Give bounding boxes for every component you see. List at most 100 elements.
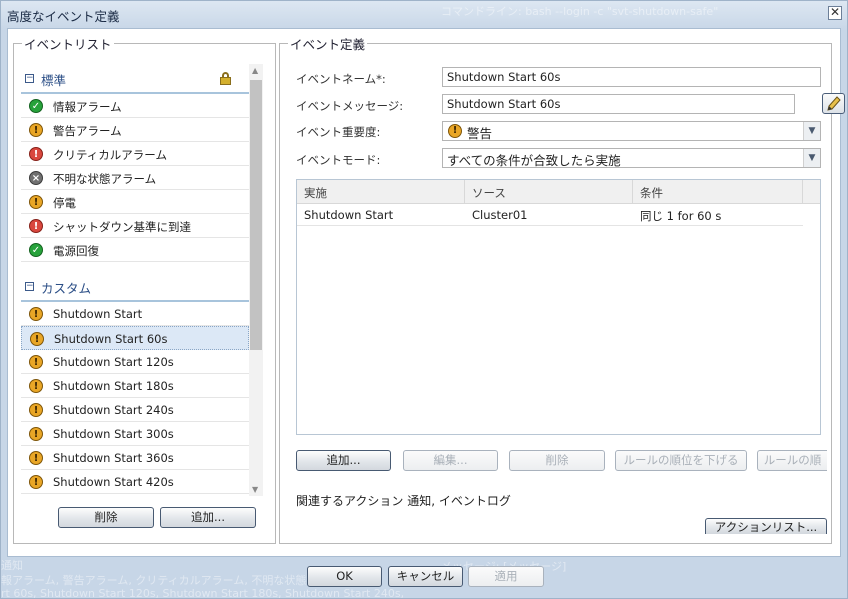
critical-icon: ! bbox=[29, 219, 43, 233]
group-label: カスタム bbox=[41, 281, 92, 296]
list-item-label: Shutdown Start 240s bbox=[53, 403, 174, 417]
warning-icon: ! bbox=[29, 307, 43, 321]
check-icon: ✓ bbox=[29, 243, 43, 257]
warning-icon: ! bbox=[29, 427, 43, 441]
apply-button[interactable]: 適用 bbox=[468, 566, 544, 587]
close-button[interactable]: ✕ bbox=[828, 6, 842, 20]
collapse-icon[interactable]: − bbox=[25, 282, 34, 291]
add-event-button[interactable]: 追加... bbox=[160, 507, 256, 528]
list-item-label: 不明な状態アラーム bbox=[53, 172, 157, 186]
list-item-label: 電源回復 bbox=[53, 244, 99, 258]
background-ghost-text: 報アラーム, 警告アラーム, クリティカルアラーム, 不明な状態ア bbox=[1, 574, 318, 587]
list-item[interactable]: ! Shutdown Start 300s bbox=[21, 422, 249, 446]
close-icon: ✕ bbox=[829, 5, 841, 19]
list-item[interactable]: ✓ 情報アラーム bbox=[21, 94, 249, 118]
list-item-label: 情報アラーム bbox=[53, 100, 122, 114]
related-actions-text: 関連するアクション 通知, イベントログ bbox=[296, 494, 511, 508]
scroll-thumb[interactable] bbox=[250, 80, 262, 350]
list-item[interactable]: ! シャットダウン基準に到達 bbox=[21, 214, 249, 238]
list-item-label: シャットダウン基準に到達 bbox=[53, 220, 191, 234]
list-item-label: Shutdown Start 360s bbox=[53, 451, 174, 465]
list-item-label: クリティカルアラーム bbox=[53, 148, 167, 162]
column-header-source[interactable]: ソース bbox=[465, 180, 633, 204]
warning-icon: ! bbox=[29, 403, 43, 417]
chevron-down-icon[interactable]: ▼ bbox=[803, 149, 820, 167]
list-item[interactable]: × 不明な状態アラーム bbox=[21, 166, 249, 190]
edit-message-button[interactable] bbox=[822, 93, 845, 114]
mode-value: すべての条件が合致したら実施 bbox=[447, 153, 621, 168]
list-item-label: Shutdown Start bbox=[53, 307, 143, 321]
lock-icon bbox=[220, 72, 231, 85]
warning-icon: ! bbox=[30, 332, 44, 346]
event-mode-label: イベントモード: bbox=[296, 153, 381, 167]
event-mode-select[interactable]: すべての条件が合致したら実施 ▼ bbox=[442, 148, 821, 168]
list-item[interactable]: ! Shutdown Start bbox=[21, 302, 249, 326]
event-message-input[interactable]: Shutdown Start 60s bbox=[442, 94, 795, 114]
event-list[interactable]: − 標準 ✓ 情報アラーム! 警告アラーム! クリティカルアラーム × 不明な状態アラーム… bbox=[21, 64, 249, 496]
background-ghost-text: rt 60s, Shutdown Start 120s, Shutdown St… bbox=[1, 587, 405, 599]
group-custom[interactable]: − カスタム bbox=[21, 272, 249, 302]
list-item[interactable]: ! 停電 bbox=[21, 190, 249, 214]
dialog-title: 高度なイベント定義 bbox=[7, 9, 120, 24]
cancel-button[interactable]: キャンセル bbox=[388, 566, 463, 587]
cell-condition: 同じ 1 for 60 s bbox=[640, 209, 722, 223]
column-header-action[interactable]: 実施 bbox=[297, 180, 465, 204]
event-message-label: イベントメッセージ: bbox=[296, 99, 404, 113]
pencil-icon bbox=[827, 96, 841, 111]
cell-action: Shutdown Start bbox=[304, 208, 394, 222]
event-definition-form: イベントネーム*: Shutdown Start 60s イベントメッセージ: … bbox=[282, 29, 845, 544]
scroll-down-icon[interactable]: ▼ bbox=[252, 485, 258, 494]
event-severity-select[interactable]: ! 警告 ▼ bbox=[442, 121, 821, 141]
group-label: 標準 bbox=[41, 73, 67, 88]
collapse-icon[interactable]: − bbox=[25, 74, 34, 83]
list-item-label: Shutdown Start 420s bbox=[53, 475, 174, 489]
add-rule-button[interactable]: 追加... bbox=[296, 450, 391, 471]
critical-icon: ! bbox=[29, 147, 43, 161]
ok-button[interactable]: OK bbox=[307, 566, 382, 587]
list-item[interactable]: ! Shutdown Start 180s bbox=[21, 374, 249, 398]
list-item-label: Shutdown Start 180s bbox=[53, 379, 174, 393]
warning-icon: ! bbox=[29, 123, 43, 137]
list-item[interactable]: ! クリティカルアラーム bbox=[21, 142, 249, 166]
cell-source: Cluster01 bbox=[472, 208, 528, 222]
list-item[interactable]: ! Shutdown Start 360s bbox=[21, 446, 249, 470]
severity-value: 警告 bbox=[467, 126, 493, 141]
background-ghost-text: 通知 bbox=[1, 559, 23, 572]
list-item[interactable]: ✓ 電源回復 bbox=[21, 238, 249, 262]
delete-event-button[interactable]: 削除 bbox=[58, 507, 154, 528]
title-bar[interactable]: 高度なイベント定義 ✕ bbox=[1, 1, 847, 27]
move-rule-down-button[interactable]: ルールの順位を下げる bbox=[615, 450, 747, 471]
chevron-down-icon[interactable]: ▼ bbox=[803, 122, 820, 140]
event-list-legend: イベントリスト bbox=[24, 37, 112, 52]
group-standard[interactable]: − 標準 bbox=[21, 64, 249, 94]
warning-icon: ! bbox=[29, 195, 43, 209]
list-item[interactable]: ! Shutdown Start 120s bbox=[21, 350, 249, 374]
event-name-input[interactable]: Shutdown Start 60s bbox=[442, 67, 821, 87]
event-severity-label: イベント重要度: bbox=[296, 125, 381, 139]
list-item-label: Shutdown Start 120s bbox=[53, 355, 174, 369]
rules-table[interactable]: 実施 ソース 条件 Shutdown Start Cluster01 同じ 1 … bbox=[296, 179, 821, 435]
list-item-label: 停電 bbox=[53, 196, 76, 210]
warning-icon: ! bbox=[29, 355, 43, 369]
scroll-up-icon[interactable]: ▲ bbox=[252, 66, 258, 75]
dialog-content: イベントリスト − 標準 ✓ 情報アラーム! 警告アラーム! クリティカルアラーム × 不… bbox=[7, 28, 845, 557]
table-header: 実施 ソース 条件 bbox=[297, 180, 820, 204]
list-item[interactable]: ! Shutdown Start 60s bbox=[21, 326, 249, 350]
warning-icon: ! bbox=[29, 379, 43, 393]
delete-rule-button[interactable]: 削除 bbox=[509, 450, 605, 471]
move-rule-up-button[interactable]: ルールの順 bbox=[757, 450, 827, 471]
edit-rule-button[interactable]: 編集... bbox=[403, 450, 498, 471]
column-header-condition[interactable]: 条件 bbox=[633, 180, 803, 204]
list-item-label: 警告アラーム bbox=[53, 124, 122, 138]
action-list-button[interactable]: アクションリスト... bbox=[705, 518, 827, 534]
list-item[interactable]: ! Shutdown Start 420s bbox=[21, 470, 249, 494]
list-item[interactable]: ! Shutdown Start 240s bbox=[21, 398, 249, 422]
table-row[interactable]: Shutdown Start Cluster01 同じ 1 for 60 s bbox=[297, 204, 803, 226]
list-item-label: Shutdown Start 300s bbox=[53, 427, 174, 441]
event-list-scrollbar[interactable]: ▲ ▼ bbox=[249, 64, 263, 496]
list-item-label: Shutdown Start 60s bbox=[54, 332, 168, 346]
warning-icon: ! bbox=[448, 124, 462, 138]
warning-icon: ! bbox=[29, 451, 43, 465]
warning-icon: ! bbox=[29, 475, 43, 489]
list-item[interactable]: ! 警告アラーム bbox=[21, 118, 249, 142]
